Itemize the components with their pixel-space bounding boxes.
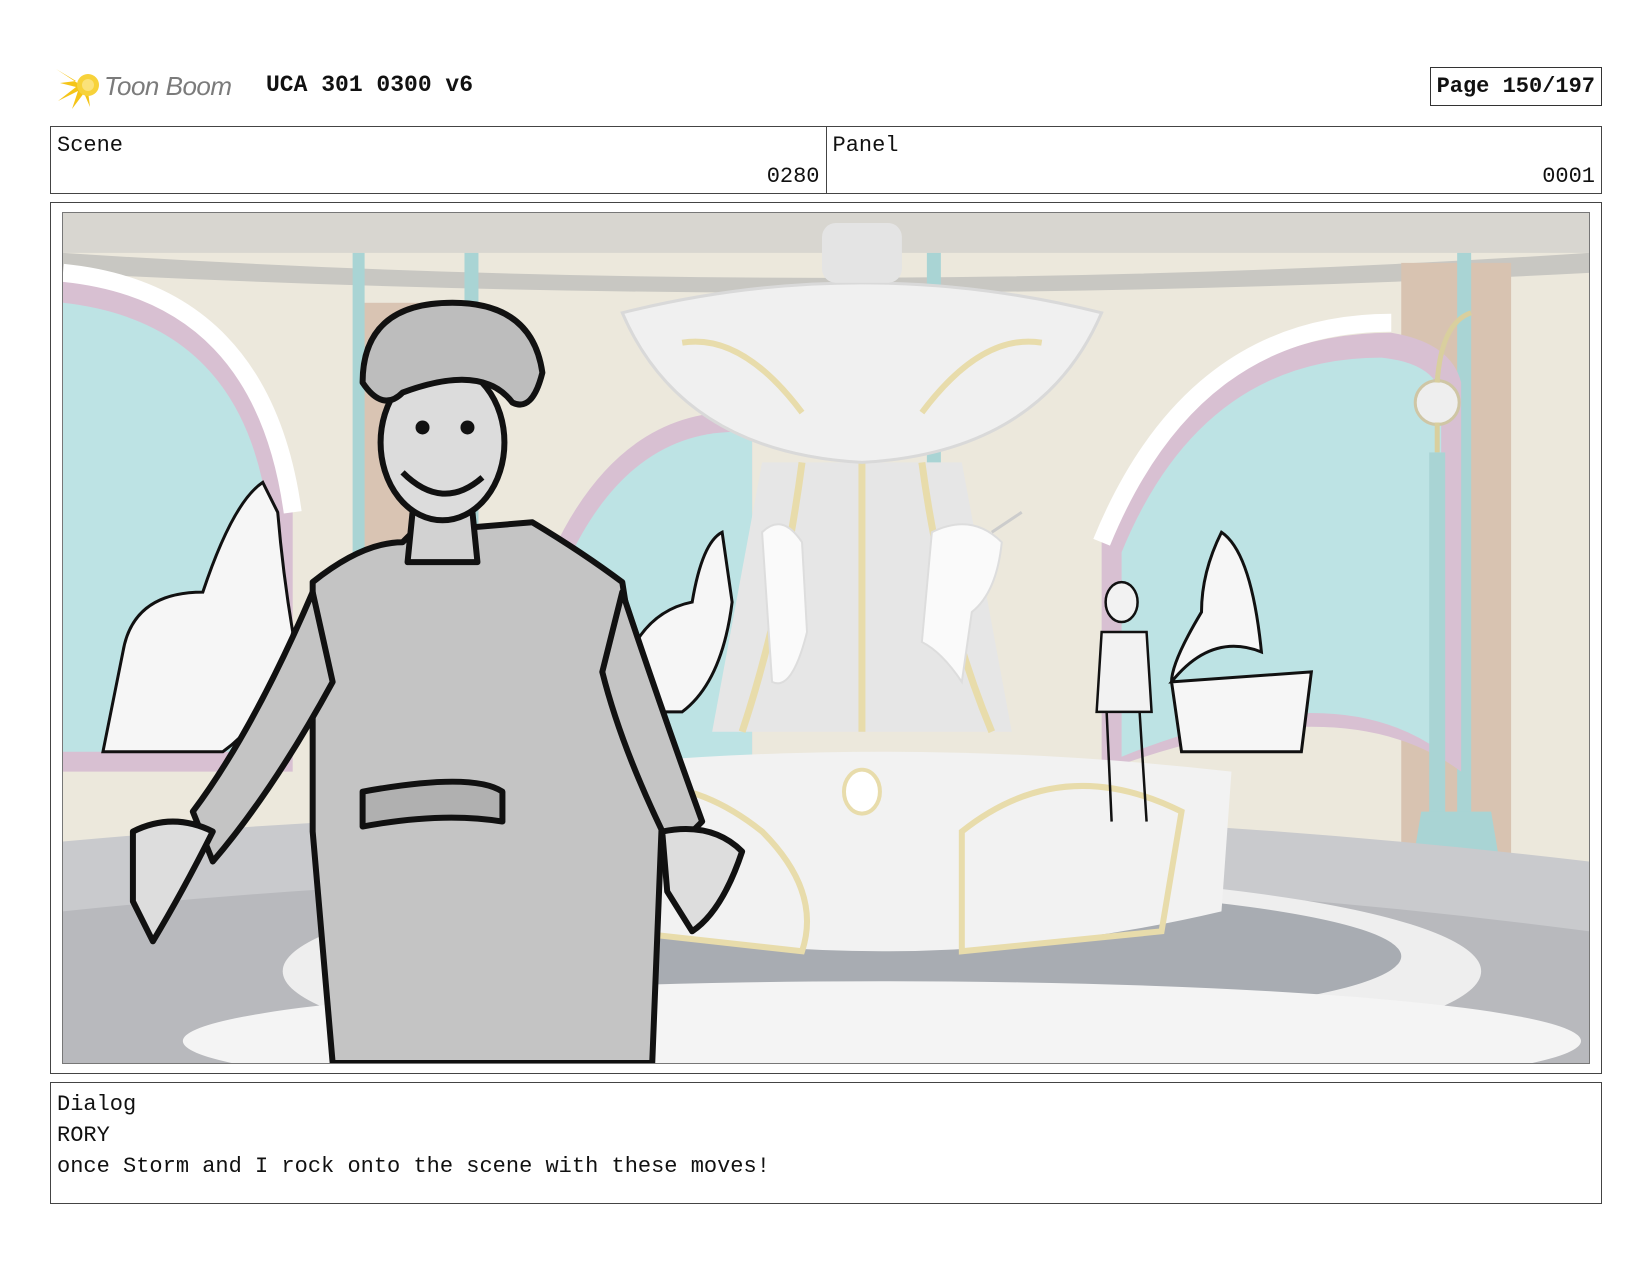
starburst-icon [56,69,99,109]
panel-label: Panel [832,133,899,158]
dialog-line: once Storm and I rock onto the scene wit… [57,1154,770,1179]
page-label: Page [1436,74,1490,99]
document-title: UCA 301 0300 v6 [266,72,474,98]
storyboard-illustration [63,213,1589,1063]
toon-boom-logo: Toon Boom [54,60,254,112]
page-indicator: Page 150/197 [1429,67,1602,106]
storyboard-header: Toon Boom UCA 301 0300 v6 Page 150/197 [50,56,1602,116]
page-number: 150/197 [1502,74,1595,99]
dialog-box: Dialog RORY once Storm and I rock onto t… [50,1082,1602,1204]
scene-label: Scene [57,133,124,158]
logo-text: Toon Boom [104,70,232,101]
storyboard-frame [50,202,1602,1074]
dialog-label: Dialog [57,1092,137,1117]
panel-number: 0001 [1542,164,1595,189]
scene-cell: Scene 0280 [51,127,826,193]
scene-panel-row: Scene 0280 Panel 0001 [50,126,1602,194]
panel-image [62,212,1590,1064]
scene-number: 0280 [766,164,820,189]
dialog-speaker: RORY [57,1123,110,1148]
panel-cell: Panel 0001 [825,127,1602,193]
